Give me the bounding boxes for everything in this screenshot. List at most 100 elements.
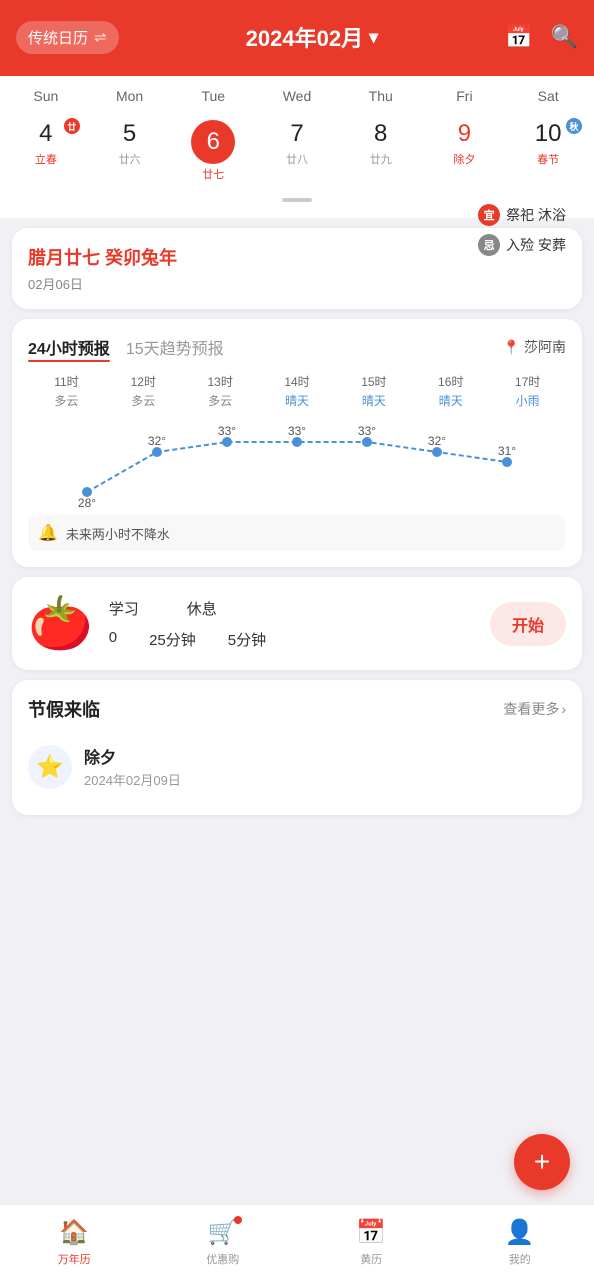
nav-label-almanac: 黄历 bbox=[360, 1251, 382, 1267]
hour-11: 11时 多云 bbox=[28, 373, 105, 409]
profile-icon: 👤 bbox=[505, 1218, 535, 1247]
date-4[interactable]: 廿 4 立春 bbox=[4, 116, 88, 186]
hourly-row: 11时 多云 12时 多云 13时 多云 14时 晴天 15时 晴天 16时 晴… bbox=[28, 373, 566, 409]
nav-label-calendar: 万年历 bbox=[58, 1251, 91, 1267]
auspicious-text: 祭祀 沐浴 bbox=[506, 205, 566, 225]
rest-value: 5分钟 bbox=[228, 629, 266, 650]
nav-item-deals[interactable]: 🛒 优惠购 bbox=[149, 1205, 298, 1280]
holiday-date: 2024年02月09日 bbox=[84, 770, 181, 789]
svg-text:28°: 28° bbox=[78, 496, 96, 507]
weekday-wed: Wed bbox=[255, 84, 339, 108]
scroll-dot bbox=[282, 198, 312, 202]
lunar-date: 02月06日 bbox=[28, 274, 566, 293]
hour-17: 17时 小雨 bbox=[489, 373, 566, 409]
weather-tabs: 24小时预报 15天趋势预报 📍 莎阿南 bbox=[28, 335, 566, 359]
weekday-mon: Mon bbox=[88, 84, 172, 108]
pomodoro-value-row: 0 25分钟 5分钟 bbox=[109, 629, 490, 650]
svg-text:32°: 32° bbox=[148, 434, 166, 448]
pomodoro-card: 🍅 学习 休息 0 25分钟 5分钟 开始 bbox=[12, 577, 582, 670]
almanac-icon: 📅 bbox=[356, 1218, 386, 1247]
date-9-lunar: 除夕 bbox=[425, 151, 505, 167]
pomodoro-row: 🍅 学习 休息 0 25分钟 5分钟 开始 bbox=[28, 593, 566, 654]
date-7-num: 7 bbox=[257, 120, 337, 149]
svg-text:31°: 31° bbox=[498, 444, 516, 458]
nav-label-deals: 优惠购 bbox=[206, 1251, 239, 1267]
lunar-activities: 宜 祭祀 沐浴 忌 入殓 安葬 bbox=[478, 204, 566, 264]
nav-item-profile[interactable]: 👤 我的 bbox=[446, 1205, 594, 1280]
location-name: 莎阿南 bbox=[524, 337, 566, 357]
count-value: 0 bbox=[109, 629, 117, 650]
holiday-name: 除夕 bbox=[84, 744, 181, 768]
holiday-star-icon: ⭐ bbox=[28, 745, 72, 789]
weekday-fri: Fri bbox=[423, 84, 507, 108]
holiday-more-button[interactable]: 查看更多 › bbox=[503, 699, 566, 719]
weather-location: 📍 莎阿南 bbox=[503, 337, 566, 357]
inauspicious-text: 入殓 安葬 bbox=[506, 235, 566, 255]
hour-16: 16时 晴天 bbox=[412, 373, 489, 409]
date-9-num: 9 bbox=[425, 120, 505, 149]
calendar-section: Sun Mon Tue Wed Thu Fri Sat 廿 4 立春 5 廿六 … bbox=[0, 76, 594, 218]
date-6-lunar: 廿七 bbox=[173, 166, 253, 182]
weekday-tue: Tue bbox=[171, 84, 255, 108]
traditional-calendar-button[interactable]: 传统日历 ⇌ bbox=[16, 21, 119, 54]
date-10[interactable]: 秋 10 春节 bbox=[506, 116, 590, 186]
nav-label-profile: 我的 bbox=[509, 1251, 531, 1267]
nav-item-almanac[interactable]: 📅 黄历 bbox=[297, 1205, 446, 1280]
temperature-chart: 28° 32° 33° 33° 33° 32° 31° bbox=[28, 417, 566, 507]
hour-14: 14时 晴天 bbox=[259, 373, 336, 409]
bottom-nav: 🏠 万年历 🛒 优惠购 📅 黄历 👤 我的 bbox=[0, 1204, 594, 1280]
date-4-badge: 廿 bbox=[64, 118, 80, 134]
svg-text:33°: 33° bbox=[288, 424, 306, 438]
more-text: 查看更多 bbox=[503, 699, 559, 719]
home-icon: 🏠 bbox=[59, 1218, 89, 1247]
date-10-lunar: 春节 bbox=[508, 151, 588, 167]
pomodoro-label-row: 学习 休息 bbox=[109, 598, 490, 619]
weather-chart: 28° 32° 33° 33° 33° 32° 31° bbox=[28, 417, 566, 507]
weekday-sat: Sat bbox=[506, 84, 590, 108]
svg-text:33°: 33° bbox=[218, 424, 236, 438]
date-5[interactable]: 5 廿六 bbox=[88, 116, 172, 186]
header-actions: 📅 🔍 bbox=[505, 24, 578, 50]
activity-inauspicious: 忌 入殓 安葬 bbox=[478, 234, 566, 256]
weekday-thu: Thu bbox=[339, 84, 423, 108]
app-header: 传统日历 ⇌ 2024年02月 ▾ 📅 🔍 bbox=[0, 0, 594, 76]
activity-auspicious: 宜 祭祀 沐浴 bbox=[478, 204, 566, 226]
svg-text:33°: 33° bbox=[358, 424, 376, 438]
date-7-lunar: 廿八 bbox=[257, 151, 337, 167]
bell-icon: 🔔 bbox=[38, 523, 58, 543]
date-5-num: 5 bbox=[90, 120, 170, 149]
tab-15d[interactable]: 15天趋势预报 bbox=[126, 335, 224, 359]
date-9[interactable]: 9 除夕 bbox=[423, 116, 507, 186]
month-selector[interactable]: 2024年02月 ▾ bbox=[246, 21, 378, 53]
pomodoro-labels: 学习 休息 0 25分钟 5分钟 bbox=[109, 598, 490, 650]
date-6[interactable]: 6 廿七 bbox=[171, 116, 255, 186]
search-icon[interactable]: 🔍 bbox=[551, 24, 578, 50]
date-7[interactable]: 7 廿八 bbox=[255, 116, 339, 186]
fab-button[interactable]: + bbox=[514, 1134, 570, 1190]
holiday-title: 节假来临 bbox=[28, 696, 100, 722]
weekday-row: Sun Mon Tue Wed Thu Fri Sat bbox=[0, 76, 594, 112]
nav-item-calendar[interactable]: 🏠 万年历 bbox=[0, 1205, 149, 1280]
weather-card: 24小时预报 15天趋势预报 📍 莎阿南 11时 多云 12时 多云 13时 多… bbox=[12, 319, 582, 567]
study-label: 学习 bbox=[109, 598, 139, 619]
date-10-badge: 秋 bbox=[566, 118, 582, 134]
inauspicious-badge: 忌 bbox=[478, 234, 500, 256]
weekday-sun: Sun bbox=[4, 84, 88, 108]
date-8-num: 8 bbox=[341, 120, 421, 149]
tab-24h[interactable]: 24小时预报 bbox=[28, 335, 110, 359]
hour-12: 12时 多云 bbox=[105, 373, 182, 409]
switch-icon: ⇌ bbox=[94, 28, 107, 46]
holiday-card: 节假来临 查看更多 › ⭐ 除夕 2024年02月09日 bbox=[12, 680, 582, 815]
holiday-header: 节假来临 查看更多 › bbox=[28, 696, 566, 722]
holiday-item-chuxi[interactable]: ⭐ 除夕 2024年02月09日 bbox=[28, 734, 566, 799]
weather-alert: 🔔 未来两小时不降水 bbox=[28, 515, 566, 551]
calendar-icon[interactable]: 📅 bbox=[505, 24, 532, 50]
study-value: 25分钟 bbox=[149, 629, 196, 650]
lunar-card: 宜 祭祀 沐浴 忌 入殓 安葬 腊月廿七 癸卯兔年 02月06日 bbox=[12, 228, 582, 309]
traditional-label: 传统日历 bbox=[28, 27, 88, 48]
date-8[interactable]: 8 廿九 bbox=[339, 116, 423, 186]
rest-label: 休息 bbox=[187, 598, 217, 619]
hour-13: 13时 多云 bbox=[182, 373, 259, 409]
date-row: 廿 4 立春 5 廿六 6 廿七 7 廿八 8 廿九 9 除夕 bbox=[0, 112, 594, 194]
pomodoro-start-button[interactable]: 开始 bbox=[490, 602, 566, 646]
